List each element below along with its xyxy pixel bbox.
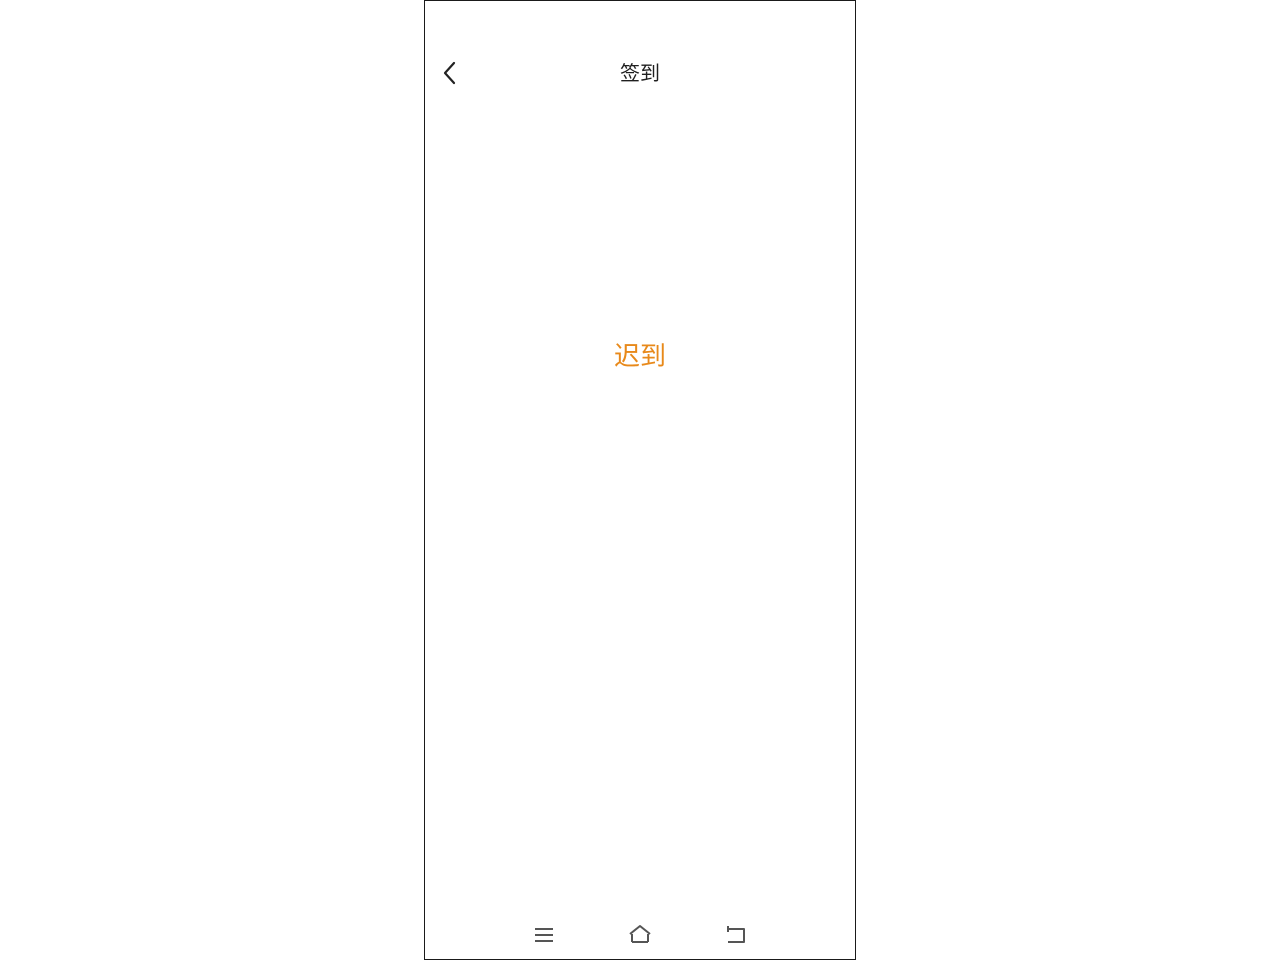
page-title: 签到 [620,61,660,85]
menu-button[interactable] [530,921,558,949]
sign-in-status-text: 迟到 [613,342,666,372]
phone-screen: 签到 迟到 [424,0,856,960]
top-app-bar: 签到 [425,47,855,99]
menu-icon [530,921,558,949]
return-icon [722,921,750,949]
home-button[interactable] [626,921,654,949]
home-icon [626,921,654,949]
system-navigation-bar [425,917,855,953]
system-back-button[interactable] [722,921,750,949]
